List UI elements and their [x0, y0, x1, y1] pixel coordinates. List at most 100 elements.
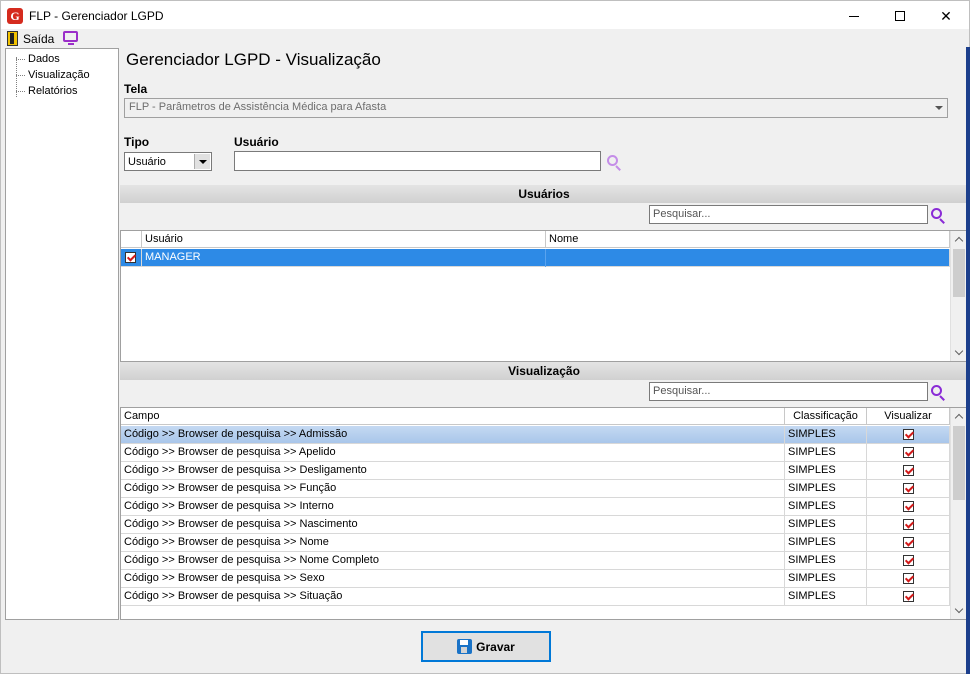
campo-cell: Código >> Browser de pesquisa >> Função [121, 480, 785, 498]
visualizar-checkbox[interactable] [903, 555, 914, 566]
usuario-cell: MANAGER [142, 249, 546, 267]
app-window: G FLP - Gerenciador LGPD ✕ Saída Dados V… [0, 0, 970, 674]
row-checkbox-cell [121, 249, 142, 267]
nome-cell [546, 249, 950, 267]
close-icon: ✕ [940, 7, 952, 24]
save-disk-icon [457, 639, 473, 654]
tela-combo[interactable]: FLP - Parâmetros de Assistência Médica p… [124, 98, 948, 118]
campo-cell: Código >> Browser de pesquisa >> Desliga… [121, 462, 785, 480]
view-grid-header: Campo Classificação Visualizar [121, 408, 950, 425]
table-row[interactable]: Código >> Browser de pesquisa >> Função S… [121, 480, 950, 498]
users-search-placeholder: Pesquisar... [653, 208, 711, 220]
visualizar-cell [867, 480, 950, 498]
column-header-classificacao[interactable]: Classificação [785, 408, 867, 425]
page-title: Gerenciador LGPD - Visualização [126, 50, 381, 69]
table-row[interactable]: Código >> Browser de pesquisa >> Nome SIM… [121, 534, 950, 552]
scroll-thumb[interactable] [953, 249, 965, 297]
table-row[interactable]: Código >> Browser de pesquisa >> Situaçã… [121, 588, 950, 606]
chevron-down-icon[interactable] [951, 602, 967, 619]
visualizar-cell [867, 498, 950, 516]
classificacao-cell: SIMPLES [785, 534, 867, 552]
view-search-input[interactable]: Pesquisar... [649, 382, 928, 401]
minimize-button[interactable] [831, 1, 877, 31]
app-logo-icon: G [7, 8, 23, 24]
tree-item-dados[interactable]: Dados [6, 51, 60, 67]
tipo-select[interactable]: Usuário [124, 152, 212, 171]
table-row[interactable]: MANAGER [121, 249, 950, 267]
visualizar-cell [867, 444, 950, 462]
visualizar-cell [867, 588, 950, 606]
column-header-usuario[interactable]: Usuário [142, 231, 546, 248]
column-header-nome[interactable]: Nome [546, 231, 950, 248]
close-button[interactable]: ✕ [923, 1, 969, 31]
visualizar-cell [867, 462, 950, 480]
users-search-input[interactable]: Pesquisar... [649, 205, 928, 224]
users-scrollbar[interactable] [950, 231, 967, 361]
tipo-value: Usuário [128, 156, 166, 168]
monitor-icon[interactable] [63, 31, 78, 45]
tree-item-visualizacao[interactable]: Visualização [6, 67, 90, 83]
chevron-up-icon[interactable] [951, 408, 967, 425]
users-section-header: Usuários [120, 185, 968, 203]
table-row[interactable]: Código >> Browser de pesquisa >> Sexo SIM… [121, 570, 950, 588]
save-button-label: Gravar [476, 639, 515, 654]
visualizar-checkbox[interactable] [903, 537, 914, 548]
search-icon[interactable] [930, 384, 946, 401]
users-grid-header: Usuário Nome [121, 231, 950, 248]
campo-cell: Código >> Browser de pesquisa >> Apelido [121, 444, 785, 462]
maximize-button[interactable] [877, 1, 923, 31]
tree-item-label: Relatórios [28, 85, 78, 97]
chevron-down-icon[interactable] [951, 344, 967, 361]
campo-cell: Código >> Browser de pesquisa >> Interno [121, 498, 785, 516]
classificacao-cell: SIMPLES [785, 498, 867, 516]
chevron-up-icon[interactable] [951, 231, 967, 248]
background-window-edge [966, 47, 970, 674]
exit-menu-item[interactable]: Saída [23, 32, 54, 46]
menu-bar: Saída [1, 29, 969, 48]
search-icon[interactable] [606, 154, 622, 171]
column-header-campo[interactable]: Campo [121, 408, 785, 425]
column-header-visualizar[interactable]: Visualizar [867, 408, 950, 425]
visualizar-checkbox[interactable] [903, 591, 914, 602]
table-row[interactable]: Código >> Browser de pesquisa >> Interno… [121, 498, 950, 516]
scroll-thumb[interactable] [953, 426, 965, 500]
classificacao-cell: SIMPLES [785, 552, 867, 570]
visualizar-checkbox[interactable] [903, 501, 914, 512]
row-checkbox[interactable] [125, 252, 136, 263]
classificacao-cell: SIMPLES [785, 570, 867, 588]
visualizar-cell [867, 516, 950, 534]
search-icon[interactable] [930, 207, 946, 224]
campo-cell: Código >> Browser de pesquisa >> Nome [121, 534, 785, 552]
table-row[interactable]: Código >> Browser de pesquisa >> Admissã… [121, 426, 950, 444]
chevron-down-icon[interactable] [931, 100, 946, 116]
main-panel: Gerenciador LGPD - Visualização Tela FLP… [119, 48, 969, 662]
exit-door-icon[interactable] [7, 31, 18, 46]
table-row[interactable]: Código >> Browser de pesquisa >> Nome Co… [121, 552, 950, 570]
tree-item-label: Visualização [28, 69, 90, 81]
users-grid: Usuário Nome MANAGER [120, 230, 968, 362]
visualizar-checkbox[interactable] [903, 483, 914, 494]
visualizar-checkbox[interactable] [903, 465, 914, 476]
table-row[interactable]: Código >> Browser de pesquisa >> Nascime… [121, 516, 950, 534]
view-section-header: Visualização [120, 362, 968, 380]
table-row[interactable]: Código >> Browser de pesquisa >> Desliga… [121, 462, 950, 480]
visualizar-checkbox[interactable] [903, 447, 914, 458]
window-title: FLP - Gerenciador LGPD [29, 9, 164, 23]
visualizar-checkbox[interactable] [903, 429, 914, 440]
navigation-tree: Dados Visualização Relatórios [5, 48, 119, 620]
visualizar-checkbox[interactable] [903, 573, 914, 584]
save-button[interactable]: Gravar [421, 631, 551, 662]
usuario-input[interactable] [234, 151, 601, 171]
view-search-placeholder: Pesquisar... [653, 385, 711, 397]
tree-item-label: Dados [28, 53, 60, 65]
campo-cell: Código >> Browser de pesquisa >> Nome Co… [121, 552, 785, 570]
campo-cell: Código >> Browser de pesquisa >> Admissã… [121, 426, 785, 444]
visualizar-checkbox[interactable] [903, 519, 914, 530]
minimize-icon [849, 15, 859, 17]
classificacao-cell: SIMPLES [785, 588, 867, 606]
tree-item-relatorios[interactable]: Relatórios [6, 83, 78, 99]
usuario-label: Usuário [234, 135, 279, 149]
chevron-down-icon[interactable] [194, 154, 210, 169]
table-row[interactable]: Código >> Browser de pesquisa >> Apelido… [121, 444, 950, 462]
view-scrollbar[interactable] [950, 408, 967, 619]
